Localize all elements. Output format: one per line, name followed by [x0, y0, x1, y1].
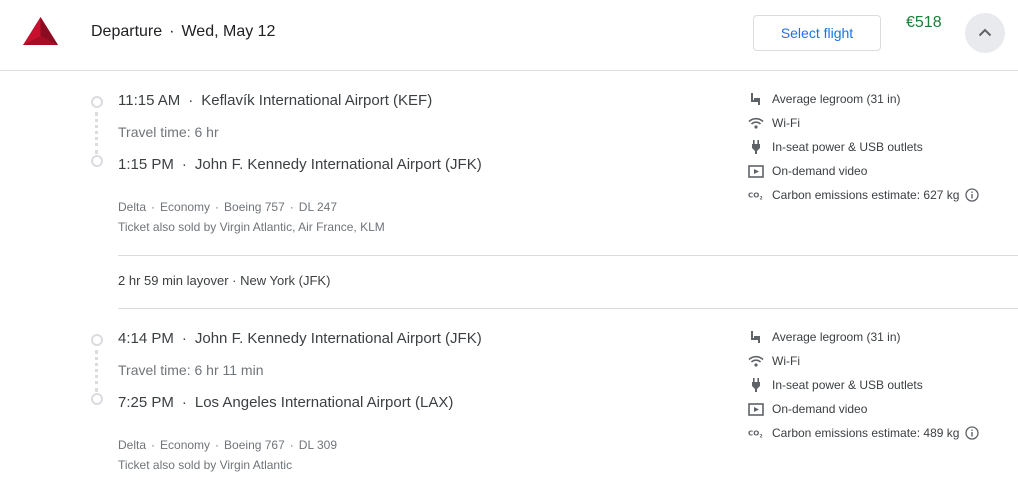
- amenity-legroom: Average legroom (31 in): [748, 87, 979, 111]
- svg-text:2: 2: [760, 433, 763, 438]
- power-plug-icon: [748, 139, 764, 155]
- svg-text:2: 2: [760, 195, 763, 200]
- separator: ·: [151, 200, 156, 214]
- flight-direction-title: Departure · Wed, May 12: [91, 23, 275, 41]
- video-icon: [748, 163, 764, 179]
- wifi-icon: [748, 353, 764, 369]
- flight-details: Delta · Economy · Boeing 757 · DL 247: [118, 200, 337, 214]
- svg-text:CO: CO: [748, 191, 759, 200]
- svg-text:CO: CO: [748, 429, 759, 438]
- layover-divider-bottom: [118, 308, 1018, 309]
- emissions-label: Carbon emissions estimate: 627 kg: [772, 188, 960, 202]
- arrival-time: 1:15 PM: [118, 156, 174, 173]
- amenity-legroom: Average legroom (31 in): [748, 325, 979, 349]
- departure-time: 11:15 AM: [118, 92, 181, 109]
- amenity-emissions: CO 2 Carbon emissions estimate: 489 kg: [748, 421, 980, 445]
- aircraft-type: Boeing 757: [224, 200, 285, 214]
- delta-logo-icon: [22, 16, 59, 46]
- arrival-circle: [91, 155, 103, 167]
- arrival-circle: [91, 393, 103, 405]
- also-sold-by: Ticket also sold by Virgin Atlantic: [118, 458, 293, 472]
- separator: ·: [215, 438, 220, 452]
- separator: ·: [181, 394, 187, 411]
- travel-time: Travel time: 6 hr 11 min: [118, 362, 264, 378]
- separator: ·: [289, 200, 294, 214]
- flight-number: DL 309: [298, 438, 338, 452]
- amenities-list: Average legroom (31 in) Wi-Fi In-seat po…: [748, 325, 980, 445]
- arrival-line: 1:15 PM · John F. Kennedy International Ai…: [118, 156, 482, 173]
- power-label: In-seat power & USB outlets: [772, 378, 923, 392]
- direction-label: Departure: [91, 23, 163, 40]
- separator: ·: [151, 438, 156, 452]
- separator: ·: [289, 438, 294, 452]
- separator: ·: [181, 156, 187, 173]
- amenities-list: Average legroom (31 in) Wi-Fi In-seat po…: [748, 87, 980, 207]
- separator: ·: [215, 200, 220, 214]
- flight-header[interactable]: Departure · Wed, May 12 Select flight €518: [0, 0, 1018, 71]
- amenity-video: On-demand video: [748, 397, 979, 421]
- arrival-line: 7:25 PM · Los Angeles International Airpor…: [118, 394, 453, 411]
- departure-circle: [91, 96, 103, 108]
- departure-line: 11:15 AM · Keflavík International Airport …: [118, 92, 432, 109]
- amenity-emissions: CO 2 Carbon emissions estimate: 627 kg: [748, 183, 980, 207]
- departure-airport: Keflavík International Airport (KEF): [201, 92, 433, 109]
- arrival-airport: Los Angeles International Airport (LAX): [194, 394, 454, 411]
- wifi-label: Wi-Fi: [772, 354, 800, 368]
- timeline-dots: [95, 350, 98, 392]
- info-icon[interactable]: [965, 188, 980, 202]
- legroom-label: Average legroom (31 in): [772, 330, 901, 344]
- timeline-dots: [95, 112, 98, 154]
- amenity-video: On-demand video: [748, 159, 979, 183]
- travel-time: Travel time: 6 hr: [118, 124, 219, 140]
- separator: ·: [181, 330, 187, 347]
- flight-number: DL 247: [298, 200, 338, 214]
- info-icon[interactable]: [965, 426, 980, 440]
- emissions-label: Carbon emissions estimate: 489 kg: [772, 426, 960, 440]
- power-label: In-seat power & USB outlets: [772, 140, 923, 154]
- departure-circle: [91, 334, 103, 346]
- amenity-wifi: Wi-Fi: [748, 349, 979, 373]
- co2-icon: CO 2: [748, 187, 764, 203]
- video-icon: [748, 401, 764, 417]
- airline-name: Delta: [118, 438, 147, 452]
- co2-icon: CO 2: [748, 425, 764, 441]
- seat-icon: [748, 91, 764, 107]
- power-plug-icon: [748, 377, 764, 393]
- layover-divider-top: [118, 255, 1018, 256]
- amenity-wifi: Wi-Fi: [748, 111, 979, 135]
- arrival-airport: John F. Kennedy International Airport (J…: [194, 156, 482, 173]
- departure-airport: John F. Kennedy International Airport (J…: [194, 330, 482, 347]
- also-sold-by: Ticket also sold by Virgin Atlantic, Air…: [118, 220, 385, 234]
- amenity-power: In-seat power & USB outlets: [748, 135, 979, 159]
- arrival-time: 7:25 PM: [118, 394, 174, 411]
- amenity-power: In-seat power & USB outlets: [748, 373, 979, 397]
- collapse-button[interactable]: [965, 13, 1005, 53]
- seat-icon: [748, 329, 764, 345]
- flight-details: Delta · Economy · Boeing 767 · DL 309: [118, 438, 337, 452]
- flight-price: €518: [906, 14, 942, 31]
- select-flight-button[interactable]: Select flight: [753, 15, 881, 51]
- video-label: On-demand video: [772, 164, 868, 178]
- wifi-label: Wi-Fi: [772, 116, 800, 130]
- departure-date: Wed, May 12: [181, 23, 276, 40]
- aircraft-type: Boeing 767: [224, 438, 285, 452]
- departure-time: 4:14 PM: [118, 330, 174, 347]
- wifi-icon: [748, 115, 764, 131]
- layover-info: 2 hr 59 min layover · New York (JFK): [118, 273, 331, 288]
- cabin-class: Economy: [160, 438, 211, 452]
- chevron-up-icon: [978, 24, 992, 42]
- departure-line: 4:14 PM · John F. Kennedy International Ai…: [118, 330, 482, 347]
- video-label: On-demand video: [772, 402, 868, 416]
- cabin-class: Economy: [160, 200, 211, 214]
- title-separator: ·: [169, 23, 175, 40]
- separator: ·: [188, 92, 194, 109]
- legroom-label: Average legroom (31 in): [772, 92, 901, 106]
- airline-name: Delta: [118, 200, 147, 214]
